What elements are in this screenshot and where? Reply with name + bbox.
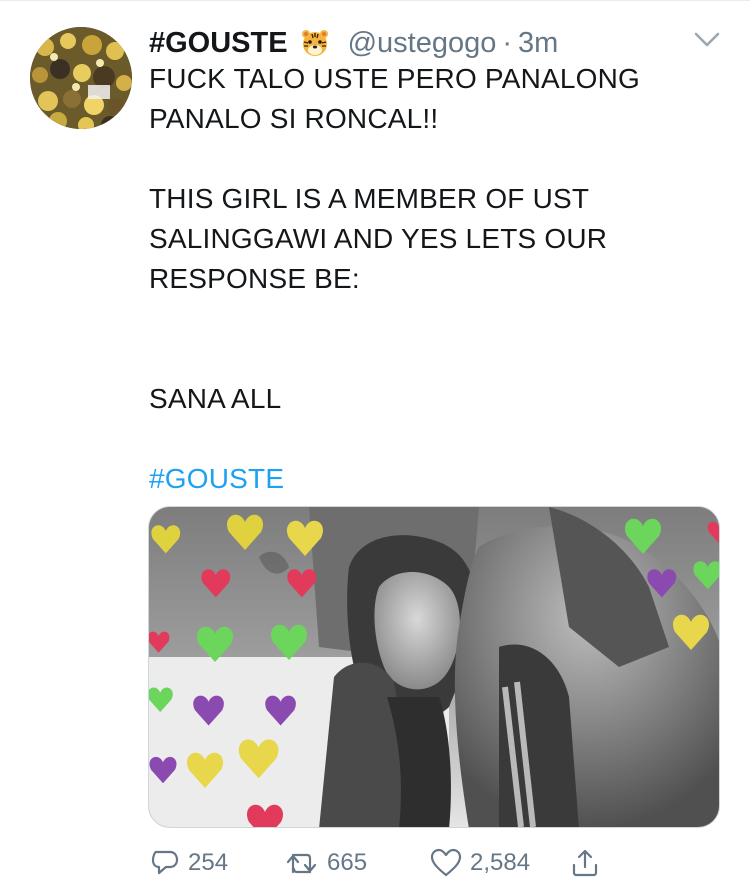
avatar[interactable] [30,27,132,129]
heart-icon [430,848,462,878]
hashtag-link[interactable]: #GOUSTE [149,459,709,499]
tweet-text-line: SANA ALL [149,383,282,414]
handle[interactable]: @ustegogo [348,27,497,60]
tweet-text-line [149,419,709,459]
tweet-actions: 254 665 2,584 [150,843,710,883]
tweet-text-line: THIS GIRL IS A MEMBER OF UST [149,183,590,214]
tweet-text-line: PANALO SI RONCAL!! [149,103,439,134]
retweet-icon [285,848,319,878]
like-count: 2,584 [470,849,531,876]
tweet-image[interactable] [148,506,720,828]
tweet-text: FUCK TALO USTE PERO PANALONG PANALO SI R… [149,59,709,499]
tweet-text-line: SALINGGAWI AND YES LETS OUR [149,223,608,254]
share-button[interactable] [570,848,600,878]
retweet-count: 665 [327,849,368,876]
retweet-button[interactable]: 665 [285,848,367,878]
tweet-card[interactable]: #GOUSTE @ustegogo · 3m FUCK TALO USTE PE… [0,0,750,891]
separator-dot: · [502,26,513,59]
reply-button[interactable]: 254 [150,848,228,878]
tweet-text-line: FUCK TALO USTE PERO PANALONG [149,63,641,94]
tweet-text-line: RESPONSE BE: [149,263,360,294]
timestamp[interactable]: 3m [518,27,558,60]
display-name[interactable]: #GOUSTE [149,27,288,60]
tweet-text-line [149,339,709,379]
tweet-text-line [149,299,709,339]
tweet-text-line [149,139,709,179]
reply-icon [150,848,180,878]
tiger-face-icon [300,28,330,58]
like-button[interactable]: 2,584 [430,848,530,878]
tweet-header: #GOUSTE @ustegogo · 3m [149,23,558,63]
share-icon [570,848,600,878]
chevron-down-icon[interactable] [694,31,720,49]
reply-count: 254 [188,849,229,876]
